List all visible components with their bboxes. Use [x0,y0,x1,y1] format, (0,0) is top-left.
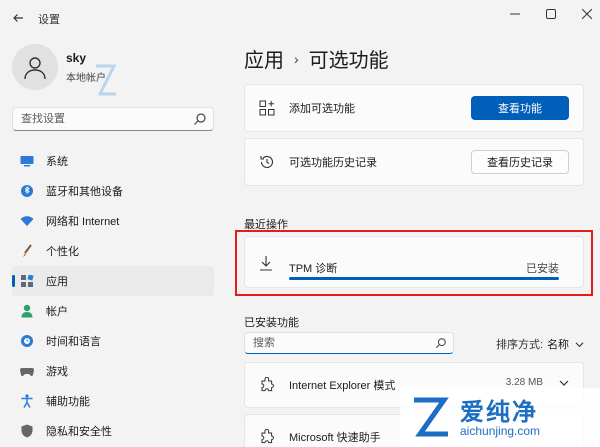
sidebar-item-bluetooth[interactable]: 蓝牙和其他设备 [12,176,214,206]
sidebar-item-label: 蓝牙和其他设备 [46,186,123,198]
sidebar-item-label: 帐户 [46,306,68,318]
brush-icon [20,244,34,258]
page-title: 可选功能 [308,50,389,72]
watermark-url: aichunjing.com [460,424,541,438]
sidebar-item-accounts[interactable]: 帐户 [12,296,214,326]
sidebar-item-apps[interactable]: 应用 [12,266,214,296]
shield-icon [20,424,34,438]
sidebar-nav: 系统 蓝牙和其他设备 网络和 Internet 个性化 应用 帐户 时间和语言 … [12,146,214,446]
add-grid-icon [259,100,275,116]
sidebar-item-label: 辅助功能 [46,396,90,408]
sidebar-item-label: 游戏 [46,366,68,378]
puzzle-icon [259,429,275,445]
sidebar-item-personalization[interactable]: 个性化 [12,236,214,266]
sidebar-item-system[interactable]: 系统 [12,146,214,176]
sidebar-item-network[interactable]: 网络和 Internet [12,206,214,236]
avatar [12,44,58,90]
watermark-mark-icon [96,64,117,96]
settings-search[interactable] [12,107,214,131]
sort-value: 名称 [547,339,570,351]
breadcrumb-parent[interactable]: 应用 [244,44,284,73]
installed-search-input[interactable] [253,337,435,349]
search-icon[interactable] [435,337,447,349]
view-history-button[interactable]: 查看历史记录 [471,150,569,174]
sort-label: 排序方式: [496,339,544,351]
feature-history-card: 可选功能历史记录 查看历史记录 [244,138,584,186]
sidebar-item-time-language[interactable]: 时间和语言 [12,326,214,356]
settings-search-input[interactable] [21,113,213,125]
puzzle-icon [259,377,275,393]
gamepad-icon [20,364,34,378]
chevron-down-icon [575,341,584,347]
sidebar-item-label: 时间和语言 [46,336,101,348]
sidebar-item-label: 网络和 Internet [46,216,120,228]
search-icon[interactable] [193,112,207,126]
sidebar-item-label: 个性化 [46,246,79,258]
bluetooth-icon [20,184,34,198]
breadcrumb: 应用 › 可选功能 [244,44,389,73]
sidebar-item-label: 隐私和安全性 [46,426,112,438]
feature-size: 3.28 MB [505,377,543,388]
chevron-down-icon[interactable] [559,378,569,388]
sidebar-item-privacy[interactable]: 隐私和安全性 [12,416,214,446]
installed-features-title: 已安装功能 [244,317,299,329]
system-icon [20,154,34,168]
close-icon [582,9,592,19]
watermark-logo: 爱纯净 aichunjing.com [400,388,600,447]
installed-search[interactable] [244,332,454,354]
watermark-logo-small [92,46,192,106]
sidebar-item-label: 系统 [46,156,68,168]
back-button[interactable] [8,8,28,28]
minimize-icon [510,13,520,15]
apps-icon [20,274,34,288]
title-bar: 设置 [0,0,600,34]
wifi-icon [20,214,34,228]
watermark-brand: 爱纯净 [460,399,538,426]
back-arrow-icon [13,14,23,22]
history-icon [259,154,275,170]
globe-clock-icon [20,334,34,348]
breadcrumb-separator: › [294,50,299,67]
sort-dropdown[interactable]: 排序方式: 名称 [496,336,584,352]
accessibility-icon [20,394,34,408]
close-button[interactable] [566,0,600,28]
person-icon [20,304,34,318]
sidebar-item-label: 应用 [46,276,68,288]
view-features-button[interactable]: 查看功能 [471,96,569,120]
watermark-mark-icon [414,397,449,437]
sidebar-item-accessibility[interactable]: 辅助功能 [12,386,214,416]
maximize-icon [546,9,556,19]
app-title: 设置 [38,14,60,26]
sidebar-item-gaming[interactable]: 游戏 [12,356,214,386]
person-avatar-icon [24,57,46,80]
add-feature-card: 添加可选功能 查看功能 [244,84,584,132]
highlight-annotation [235,230,593,296]
